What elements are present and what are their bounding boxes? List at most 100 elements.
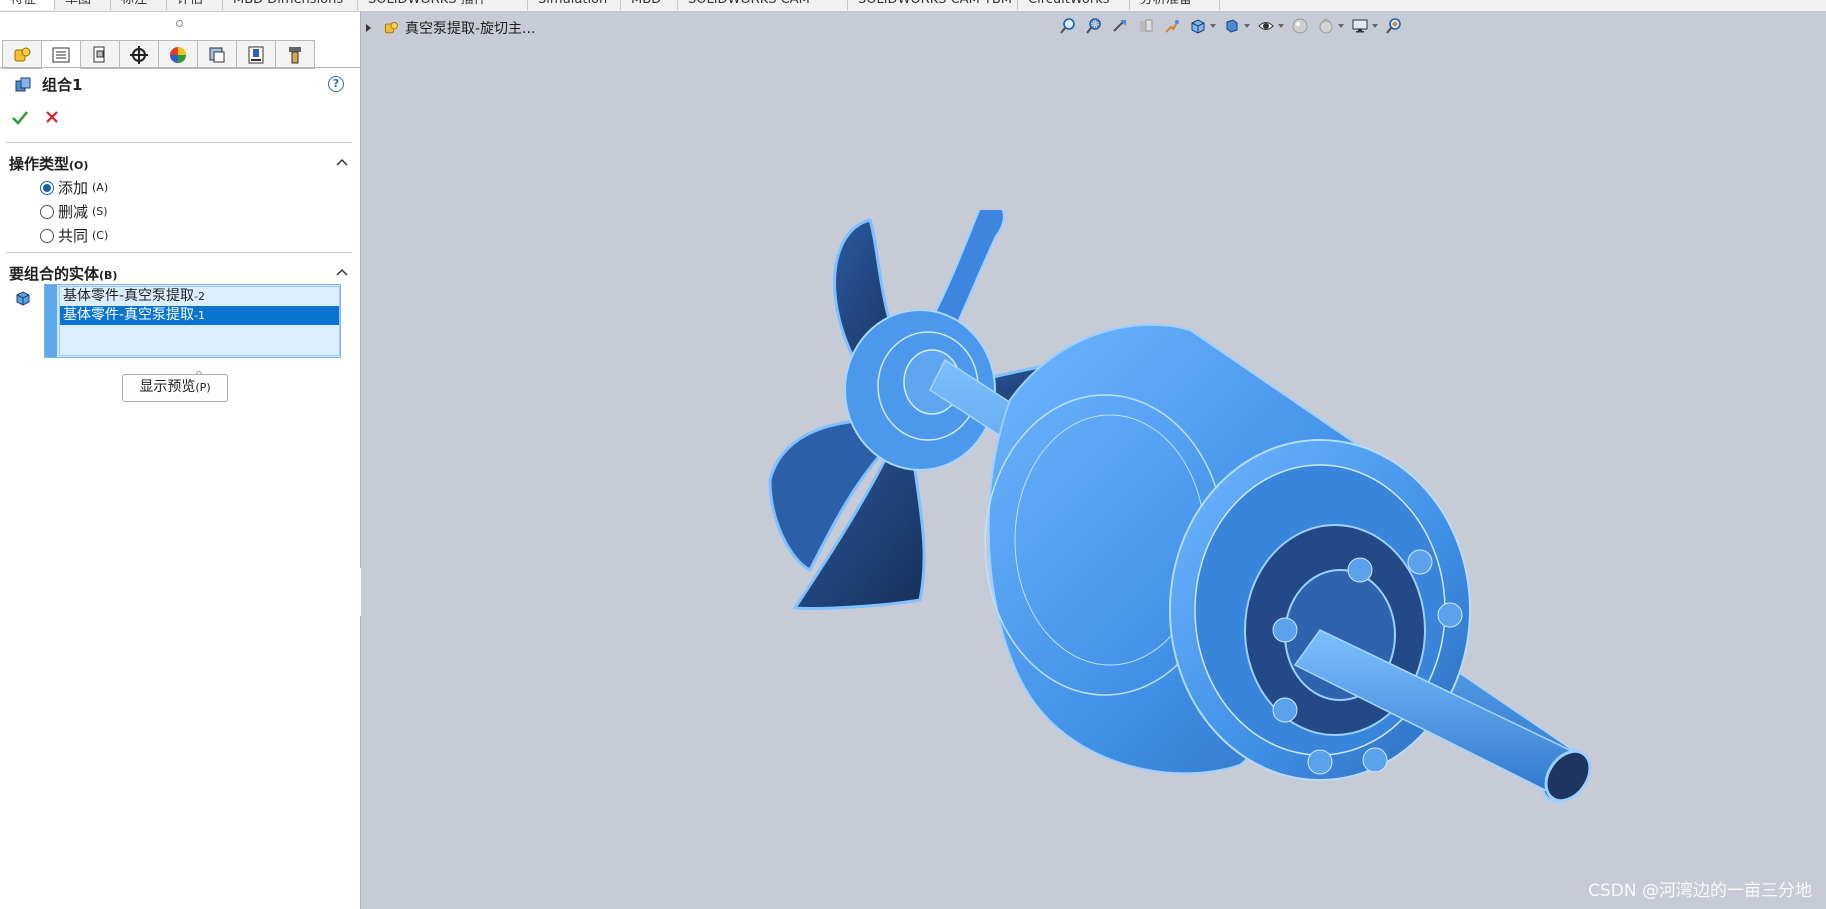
dropdown-arrow-icon[interactable] (1210, 24, 1216, 28)
list-item-selected[interactable]: 基体零件-真空泵提取-1 (60, 306, 339, 325)
operation-type-group-header[interactable]: 操作类型 (O) (9, 153, 88, 174)
zoom-to-area-button[interactable] (1084, 16, 1104, 36)
expand-arrow-icon[interactable] (366, 24, 371, 32)
cam-feature-tree-tab-icon (209, 47, 225, 62)
command-tab[interactable]: 评估 (167, 0, 223, 10)
radio-common[interactable]: 共同 (C) (40, 225, 108, 246)
display-style-icon (1226, 19, 1238, 33)
panel-grip[interactable] (176, 20, 183, 27)
command-tab[interactable]: SOLIDWORKS 插件 (358, 0, 528, 10)
radio-common-accel: (C) (92, 229, 109, 242)
dropdown-arrow-icon[interactable] (1372, 24, 1378, 28)
previous-view-icon (1113, 20, 1126, 32)
feature-manager-tab[interactable] (2, 40, 42, 69)
dynamic-annotation-button[interactable] (1162, 16, 1182, 36)
separator (6, 252, 352, 253)
cam-tool-tree-tab-icon (289, 46, 301, 63)
bodies-group-header[interactable]: 要组合的实体 (B) (9, 263, 117, 284)
command-tab[interactable]: 特征 (0, 0, 55, 10)
realview-button[interactable] (1384, 16, 1404, 36)
dynamic-annotation-icon (1165, 20, 1179, 33)
breadcrumb-part-name: 真空泵提取-旋切主... (405, 21, 536, 37)
feature-manager-tab-icon (14, 47, 31, 61)
radio-add-accel: (A) (92, 181, 109, 194)
radio-subtract-button[interactable] (40, 204, 54, 219)
dimxpert-manager-tab[interactable] (120, 40, 159, 69)
property-manager-tab[interactable] (42, 40, 81, 69)
command-tab[interactable]: SOLIDWORKS CAM (678, 0, 848, 10)
operation-type-label: 操作类型 (9, 155, 70, 173)
apply-scene-icon (1319, 18, 1333, 34)
previous-view-button[interactable] (1110, 16, 1130, 36)
display-style-button[interactable] (1222, 16, 1242, 36)
section-view-button[interactable] (1136, 16, 1156, 36)
manager-icon-tabs (2, 40, 315, 69)
command-tab[interactable]: MBD Dimensions (223, 0, 358, 10)
zoom-to-fit-icon (1060, 18, 1075, 34)
radio-common-label: 共同 (58, 227, 89, 245)
bodies-selection-list[interactable]: 基体零件-真空泵提取-2 基体零件-真空泵提取-1 (44, 284, 341, 358)
cam-operation-tree-tab-icon (248, 46, 264, 63)
combine-feature-icon (15, 77, 31, 91)
operation-type-accel: (O) (69, 159, 89, 172)
command-tab[interactable]: Simulation (528, 0, 621, 10)
separator (6, 142, 352, 143)
radio-subtract-label: 删减 (58, 203, 89, 221)
radio-subtract[interactable]: 删减 (S) (40, 201, 108, 222)
collapse-chevron-icon[interactable] (336, 158, 348, 166)
ok-check-icon[interactable] (10, 108, 30, 128)
model-3d-view[interactable] (760, 210, 1620, 830)
configuration-manager-tab-icon (93, 46, 105, 62)
edit-appearance-button[interactable] (1290, 16, 1310, 36)
command-tab[interactable]: 标注 (111, 0, 167, 10)
view-settings-button[interactable] (1350, 16, 1370, 36)
cam-feature-tree-tab[interactable] (198, 40, 237, 69)
tab-divider (0, 67, 360, 68)
radio-add-label: 添加 (58, 179, 89, 197)
display-manager-tab-icon (170, 46, 186, 63)
hide-show-items-icon (1258, 22, 1274, 30)
dimxpert-manager-tab-icon (130, 45, 148, 64)
command-tab[interactable]: 草图 (55, 0, 111, 10)
apply-scene-button[interactable] (1316, 16, 1336, 36)
cam-operation-tree-tab[interactable] (237, 40, 276, 69)
cam-tool-tree-tab[interactable] (276, 40, 315, 69)
bodies-list-inner[interactable]: 基体零件-真空泵提取-2 基体零件-真空泵提取-1 (59, 286, 340, 356)
command-tab[interactable]: CircuitWorks (1018, 0, 1130, 10)
zoom-to-area-icon (1086, 18, 1101, 34)
solid-body-icon (16, 291, 30, 306)
command-manager-tabs: 特征草图标注评估MBD DimensionsSOLIDWORKS 插件Simul… (0, 0, 1826, 12)
command-tab[interactable]: 分析准备 (1130, 0, 1220, 10)
radio-add-button[interactable] (40, 180, 54, 195)
help-icon[interactable]: ? (328, 76, 344, 92)
property-manager-panel: 组合1 ? 操作类型 (O) 添加 (A) 删减 (S) 共同 (C) 要组合的实体 … (0, 12, 361, 909)
view-orientation-button[interactable] (1188, 16, 1208, 36)
heads-up-view-toolbar (1058, 15, 1404, 37)
bodies-group-label: 要组合的实体 (9, 265, 100, 283)
property-manager-tab-icon (52, 47, 70, 62)
dropdown-arrow-icon[interactable] (1278, 24, 1284, 28)
feature-title: 组合1 (14, 74, 82, 95)
view-settings-icon (1352, 19, 1368, 33)
part-icon (385, 22, 398, 34)
collapse-chevron-icon[interactable] (336, 268, 348, 276)
radio-common-button[interactable] (40, 228, 54, 243)
list-item[interactable]: 基体零件-真空泵提取-2 (60, 287, 339, 306)
dropdown-arrow-icon[interactable] (1338, 24, 1344, 28)
show-preview-button[interactable]: 显示预览(P) (122, 374, 228, 402)
command-tab[interactable]: MBD (621, 0, 678, 10)
configuration-manager-tab[interactable] (81, 40, 120, 69)
edit-appearance-icon (1292, 18, 1308, 34)
bodies-group-accel: (B) (99, 269, 118, 282)
realview-icon (1386, 18, 1401, 34)
zoom-to-fit-button[interactable] (1058, 16, 1078, 36)
dropdown-arrow-icon[interactable] (1244, 24, 1250, 28)
flyout-tree-breadcrumb[interactable]: 真空泵提取-旋切主... (366, 18, 535, 38)
display-manager-tab[interactable] (159, 40, 198, 69)
radio-add[interactable]: 添加 (A) (40, 177, 108, 198)
command-tab[interactable]: SOLIDWORKS CAM TBM (848, 0, 1018, 10)
cancel-x-icon[interactable] (43, 108, 61, 126)
radio-subtract-accel: (S) (92, 205, 108, 218)
view-orientation-icon (1191, 19, 1205, 34)
hide-show-items-button[interactable] (1256, 16, 1276, 36)
